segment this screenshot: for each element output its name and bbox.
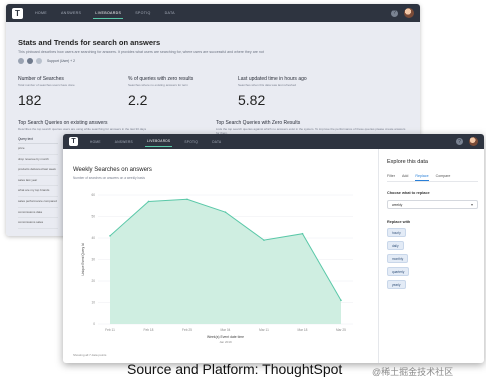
nav-home[interactable]: HOME — [88, 137, 103, 147]
y-tick-label: 30 — [91, 258, 95, 262]
nav-liveboards[interactable]: LIVEBOARDS — [93, 8, 124, 19]
y-tick-label: 50 — [91, 215, 95, 219]
avatar[interactable] — [469, 137, 478, 146]
nav-spotiq[interactable]: SPOTIQ — [182, 137, 200, 147]
option-yearly[interactable]: yearly — [387, 280, 406, 289]
data-point[interactable] — [186, 198, 188, 201]
tab-filter[interactable]: Filter — [387, 172, 395, 181]
nav-liveboards[interactable]: LIVEBOARDS — [144, 136, 173, 147]
x-tick-label: Feb 18 — [144, 328, 154, 332]
x-tick-label: Mar 11 — [259, 328, 269, 332]
option-quarterly[interactable]: quarterly — [387, 267, 410, 276]
area-chart[interactable]: 0 10 20 30 40 50 60 Feb 11 Feb 18 Feb 25 Mar 04 Mar… — [63, 149, 378, 363]
stat-subtitle: Total number of searches users have done — [18, 83, 75, 87]
user-avatar — [18, 58, 24, 64]
x-axis-label: Week(s) Event date time — [207, 335, 244, 339]
avatar[interactable] — [404, 8, 414, 18]
tab-add[interactable]: Add — [402, 172, 408, 181]
tab-compare[interactable]: Compare — [436, 172, 451, 181]
table-subtitle: Describes the top search queries users a… — [18, 127, 147, 131]
top-nav-bar: T HOME ANSWERS LIVEBOARDS SPOTIQ DATA ? — [6, 4, 420, 22]
user-avatar — [27, 58, 33, 64]
stat-value: 5.82 — [238, 92, 266, 108]
replace-select[interactable]: weekly ▾ — [387, 200, 478, 209]
nav-data[interactable]: DATA — [210, 137, 223, 147]
page-title: Stats and Trends for search on answers — [18, 38, 161, 47]
nav-data[interactable]: DATA — [163, 8, 177, 18]
area-fill — [110, 199, 341, 324]
stat-subtitle: Searches when this data was last refresh… — [238, 83, 297, 87]
x-tick-label: Feb 25 — [182, 328, 192, 332]
stat-card[interactable]: % of queries with zero results Searches … — [128, 76, 212, 108]
shared-with[interactable]: Support (User) + 2 — [18, 58, 408, 64]
stat-label: Last updated time in hours ago — [238, 76, 307, 82]
table-row[interactable]: sales last year — [18, 176, 58, 187]
thoughtspot-logo-icon[interactable]: T — [12, 7, 23, 19]
data-points-note: Showing all 7 data points — [73, 353, 107, 357]
stat-card[interactable]: Number of Searches Total number of searc… — [18, 76, 102, 108]
table-title: Top Search Queries with Zero Results — [216, 120, 301, 126]
caption: Source and Platform: ThoughtSpot — [127, 361, 343, 377]
stat-value: 2.2 — [128, 92, 148, 108]
y-axis-label: Unique Event Query Id — [81, 243, 85, 275]
user-avatar — [36, 58, 42, 64]
y-tick-label: 10 — [91, 301, 95, 305]
y-tick-label: 20 — [91, 279, 95, 283]
nav-answers[interactable]: ANSWERS — [59, 8, 83, 18]
stat-label: % of queries with zero results — [128, 76, 194, 82]
query-table: Query text price drop revenue by month p… — [18, 135, 58, 229]
explore-panel: Explore this data Filter Add Replace Com… — [378, 149, 484, 363]
thoughtspot-logo-icon[interactable]: T — [69, 137, 78, 146]
shared-with-label: Support (User) + 2 — [47, 59, 75, 63]
explore-tabs: Filter Add Replace Compare — [387, 172, 478, 182]
x-axis-sublabel: Jan 2019 — [219, 340, 232, 344]
table-row[interactable]: commissions sales — [18, 218, 58, 229]
table-title: Top Search Queries on existing answers — [18, 120, 108, 126]
option-monthly[interactable]: monthly — [387, 254, 409, 263]
nav-spotiq[interactable]: SPOTIQ — [133, 8, 152, 18]
top-nav-bar: T HOME ANSWERS LIVEBOARDS SPOTIQ DATA ? — [63, 134, 484, 149]
table-row[interactable]: drop revenue by month — [18, 155, 58, 166]
select-value: weekly — [392, 202, 403, 207]
data-point[interactable] — [224, 211, 227, 213]
data-point[interactable] — [301, 232, 304, 235]
stats-row: Number of Searches Total number of searc… — [18, 76, 408, 108]
help-icon[interactable]: ? — [456, 138, 463, 145]
x-tick-label: Mar 04 — [221, 328, 231, 332]
x-tick-label: Feb 11 — [105, 328, 115, 332]
stat-value: 182 — [18, 92, 42, 108]
help-icon[interactable]: ? — [391, 9, 398, 17]
table-header: Query text — [18, 135, 58, 144]
data-point[interactable] — [263, 239, 265, 241]
option-hourly[interactable]: hourly — [387, 228, 406, 237]
data-point[interactable] — [109, 235, 111, 237]
y-tick-label: 60 — [91, 193, 95, 197]
x-tick-label: Mar 18 — [298, 328, 308, 332]
replace-options: hourly daily monthly quarterly yearly — [387, 224, 478, 289]
chart-panel: Weekly Searches on answers Number of sea… — [63, 149, 378, 363]
stat-subtitle: Searches where no existing answers for t… — [128, 83, 189, 87]
table-row[interactable]: what are my top brands — [18, 186, 58, 197]
stat-card[interactable]: Last updated time in hours ago Searches … — [238, 76, 322, 108]
choose-label: Choose what to replace — [387, 191, 430, 195]
table-row[interactable]: price — [18, 144, 58, 155]
chevron-down-icon: ▾ — [470, 202, 473, 207]
table-row[interactable]: products delivered last week — [18, 165, 58, 176]
data-point[interactable] — [147, 200, 150, 203]
answer-window: T HOME ANSWERS LIVEBOARDS SPOTIQ DATA ? … — [63, 134, 484, 363]
option-daily[interactable]: daily — [387, 241, 404, 250]
y-tick-label: 40 — [91, 236, 95, 240]
data-point[interactable] — [340, 299, 342, 302]
table-row[interactable]: sales performance compared — [18, 197, 58, 208]
page-description: This pinboard describes how users are se… — [18, 50, 264, 54]
table-row[interactable]: commissions data — [18, 208, 58, 219]
tab-replace[interactable]: Replace — [415, 172, 429, 181]
explore-title: Explore this data — [387, 159, 428, 165]
x-tick-label: Mar 25 — [336, 328, 346, 332]
watermark: @稀土掘金技术社区 — [372, 367, 454, 377]
y-tick-label: 0 — [93, 322, 95, 326]
stat-label: Number of Searches — [18, 76, 64, 82]
nav-home[interactable]: HOME — [33, 8, 49, 18]
nav-answers[interactable]: ANSWERS — [113, 137, 135, 147]
